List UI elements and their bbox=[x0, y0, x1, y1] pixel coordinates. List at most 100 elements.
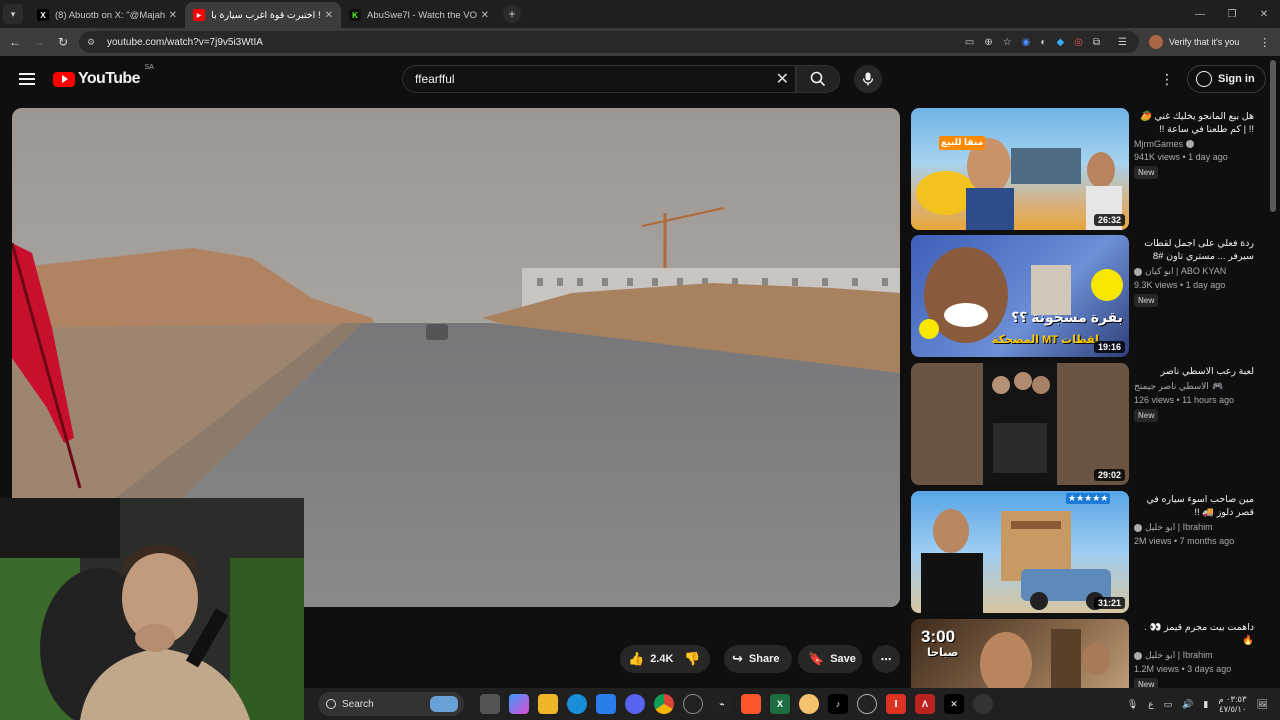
app-icon[interactable]: Λ bbox=[915, 694, 935, 714]
extension-icon[interactable]: ◎ bbox=[1074, 37, 1083, 48]
search-icon bbox=[810, 71, 826, 87]
file-explorer-icon[interactable] bbox=[538, 694, 558, 714]
video-stats: 2M views • 7 months ago bbox=[1134, 536, 1235, 546]
app-icon[interactable] bbox=[799, 694, 819, 714]
chrome-icon[interactable] bbox=[654, 694, 674, 714]
dislike-button[interactable]: 👎 bbox=[684, 651, 700, 667]
app-icon[interactable]: ا bbox=[886, 694, 906, 714]
search-query: ffearfful bbox=[415, 72, 455, 86]
list-item[interactable]: 3:00 صباحا داهمت بيت مجرم قيمز 👀 . 🔥 ابو… bbox=[911, 619, 1261, 699]
list-item[interactable]: بقرة مسجونة ؟؟ لقطات MT المضحكة 19:16 رد… bbox=[911, 235, 1261, 357]
menu-icon[interactable] bbox=[19, 73, 35, 85]
volume-icon[interactable]: 🔊 bbox=[1182, 699, 1193, 710]
video-title[interactable]: هل بيع المانجو يخليك غني 🥭 !! | كم طلعنا… bbox=[1134, 110, 1254, 136]
list-item[interactable]: ★★★★★ 31:21 مين صاحب اسوء سياره في قصر د… bbox=[911, 491, 1261, 613]
avatar bbox=[1149, 35, 1163, 49]
video-thumbnail[interactable]: 29:02 bbox=[911, 363, 1129, 485]
voice-search-button[interactable] bbox=[854, 65, 882, 93]
duration-badge: 19:16 bbox=[1093, 341, 1125, 353]
duration-badge: 26:32 bbox=[1093, 214, 1125, 226]
duration-badge: 29:02 bbox=[1093, 469, 1125, 481]
channel-name[interactable]: ابو خليل | Ibrahim bbox=[1134, 650, 1254, 661]
browser-tab-0[interactable]: X (8) Abuotb on X: "@Majah92" / ✕ bbox=[29, 2, 185, 28]
video-thumbnail[interactable]: ★★★★★ 31:21 bbox=[911, 491, 1129, 613]
video-title[interactable]: داهمت بيت مجرم قيمز 👀 . 🔥 bbox=[1134, 621, 1254, 647]
new-tab-button[interactable]: + bbox=[503, 5, 521, 23]
taskbar-apps: ⌁ X ♪ ا Λ ✕ bbox=[480, 694, 993, 714]
settings-menu-icon[interactable]: ⋮ bbox=[1160, 71, 1174, 88]
video-thumbnail[interactable]: منقا للبيع 26:32 bbox=[911, 108, 1129, 230]
tab-search-button[interactable]: ▾ bbox=[3, 4, 23, 24]
share-button[interactable]: ↪ Share bbox=[724, 645, 792, 673]
page-scrollbar[interactable] bbox=[1270, 60, 1276, 212]
battery-icon[interactable]: ▮ bbox=[1203, 699, 1208, 710]
copilot-icon[interactable] bbox=[509, 694, 529, 714]
more-icon: ⋯ bbox=[880, 653, 892, 666]
site-info-icon[interactable]: ⚙ bbox=[87, 37, 101, 48]
extension-icon[interactable]: ◆ bbox=[1056, 37, 1064, 48]
microphone-icon[interactable]: 🎙 bbox=[1127, 699, 1138, 710]
close-icon[interactable]: ✕ bbox=[169, 10, 177, 21]
youtube-logo[interactable]: YouTube SA bbox=[53, 64, 154, 88]
browser-tab-2[interactable]: K AbuSwe7l - Watch the VOD on ✕ bbox=[341, 2, 497, 28]
channel-name[interactable]: الاسطي ناصر جيمنج 🎮 bbox=[1134, 381, 1254, 392]
zoom-icon[interactable]: ⊕ bbox=[984, 37, 992, 48]
notification-icon[interactable]: 🖼 bbox=[1257, 699, 1268, 710]
minimize-icon[interactable]: — bbox=[1184, 0, 1216, 28]
back-icon[interactable]: ← bbox=[3, 35, 27, 49]
obs-icon[interactable] bbox=[683, 694, 703, 714]
reload-icon[interactable]: ↻ bbox=[51, 35, 75, 49]
network-icon[interactable]: ▭ bbox=[1164, 699, 1173, 710]
channel-name[interactable]: MjrmGames bbox=[1134, 139, 1254, 149]
video-thumbnail[interactable]: 3:00 صباحا bbox=[911, 619, 1129, 699]
task-view-icon[interactable] bbox=[480, 694, 500, 714]
like-button[interactable]: 👍 2.4K bbox=[620, 651, 673, 667]
extensions-puzzle-icon[interactable]: ⧉ bbox=[1093, 37, 1100, 48]
video-title[interactable]: لعبة رعب الاسطي ناصر bbox=[1134, 365, 1254, 378]
extension-icon[interactable]: ◐ bbox=[1040, 37, 1046, 48]
video-title[interactable]: مين صاحب اسوء سياره في قصر دلوز 🚚 !! bbox=[1134, 493, 1254, 519]
bookmark-star-icon[interactable]: ☆ bbox=[1003, 37, 1012, 48]
clear-search-icon[interactable]: ✕ bbox=[776, 69, 789, 89]
close-window-icon[interactable]: ✕ bbox=[1248, 0, 1280, 28]
channel-name[interactable]: ابو كيان | ABO KYAN bbox=[1134, 266, 1254, 277]
search-button[interactable] bbox=[796, 65, 840, 93]
video-stats: 9.3K views • 1 day ago bbox=[1134, 280, 1226, 290]
language-indicator[interactable]: ع bbox=[1148, 699, 1153, 710]
reading-list-icon[interactable]: ☰ bbox=[1118, 37, 1127, 48]
sign-in-button[interactable]: Sign in bbox=[1187, 65, 1266, 93]
edge-icon[interactable] bbox=[567, 694, 587, 714]
app-icon[interactable] bbox=[857, 694, 877, 714]
more-actions-button[interactable]: ⋯ bbox=[872, 645, 900, 673]
forward-icon[interactable]: → bbox=[27, 35, 51, 49]
clock-time: ٠٣:٥٣ م bbox=[1218, 694, 1247, 704]
restore-icon[interactable]: ❐ bbox=[1216, 0, 1248, 28]
close-icon[interactable]: ✕ bbox=[325, 10, 333, 21]
list-item[interactable]: منقا للبيع 26:32 هل بيع المانجو يخليك غن… bbox=[911, 108, 1261, 230]
browser-toolbar: ← → ↻ ⚙ youtube.com/watch?v=7j9v5i3WtIA … bbox=[0, 28, 1280, 56]
channel-name[interactable]: ابو خليل | Ibrahim bbox=[1134, 522, 1254, 533]
browser-menu-icon[interactable]: ⋮ bbox=[1259, 36, 1270, 49]
close-icon[interactable]: ✕ bbox=[481, 10, 489, 21]
cast-icon[interactable]: ▭ bbox=[965, 37, 974, 48]
excel-icon[interactable]: X bbox=[770, 694, 790, 714]
taskbar-search[interactable]: Search bbox=[318, 692, 464, 716]
search-input[interactable]: ffearfful ✕ bbox=[402, 65, 796, 93]
taskbar-clock[interactable]: ٠٣:٥٣ م ٤٧/٥/١٠ bbox=[1218, 694, 1246, 714]
brave-icon[interactable] bbox=[741, 694, 761, 714]
tiktok-icon[interactable]: ♪ bbox=[828, 694, 848, 714]
profile-button[interactable]: Verify that it's you ⋮ bbox=[1149, 35, 1270, 49]
app-icon[interactable]: ⌁ bbox=[712, 694, 732, 714]
browser-tab-1[interactable]: ▶ ! اختبرت قوة اغرب سيارة بالعالم ✕ bbox=[185, 2, 341, 28]
app-icon[interactable] bbox=[973, 694, 993, 714]
video-meta: ردة فعلي على اجمل لقطات سيرفر ... مستري … bbox=[1134, 237, 1254, 308]
video-thumbnail[interactable]: بقرة مسجونة ؟؟ لقطات MT المضحكة 19:16 bbox=[911, 235, 1129, 357]
save-button[interactable]: 🔖 Save bbox=[798, 645, 862, 673]
list-item[interactable]: 29:02 لعبة رعب الاسطي ناصر الاسطي ناصر ج… bbox=[911, 363, 1261, 485]
extension-icon[interactable]: ◉ bbox=[1022, 37, 1031, 48]
video-title[interactable]: ردة فعلي على اجمل لقطات سيرفر ... مستري … bbox=[1134, 237, 1254, 263]
capcut-icon[interactable]: ✕ bbox=[944, 694, 964, 714]
store-icon[interactable] bbox=[596, 694, 616, 714]
address-bar[interactable]: ⚙ youtube.com/watch?v=7j9v5i3WtIA ▭ ⊕ ☆ … bbox=[79, 31, 1139, 53]
discord-icon[interactable] bbox=[625, 694, 645, 714]
